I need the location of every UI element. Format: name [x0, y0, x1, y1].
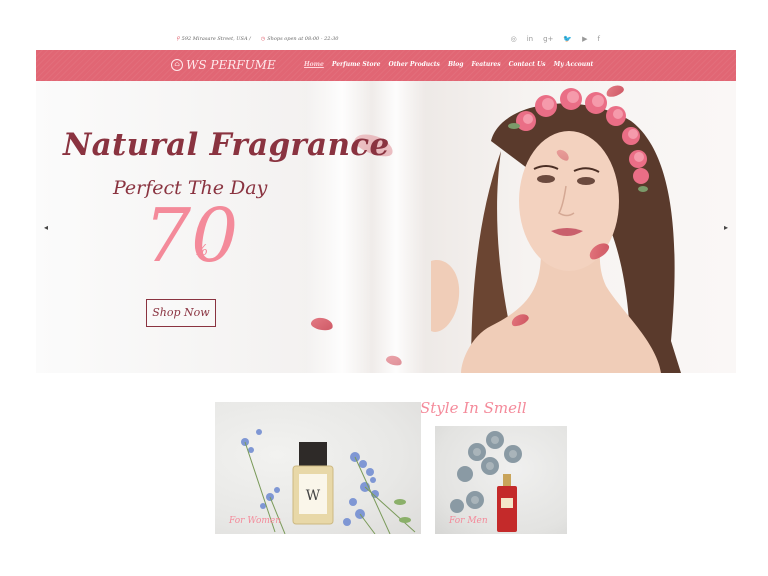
nav-item-perfume-store[interactable]: Perfume Store	[332, 61, 381, 68]
hero-discount-number: 70	[144, 193, 239, 279]
social-links: ◎ in g+ 🐦 ▶ f	[511, 35, 600, 43]
category-card-women[interactable]: W For Women	[215, 402, 421, 534]
clock-icon: ◷	[260, 36, 266, 42]
youtube-icon[interactable]: ▶	[582, 35, 587, 43]
shop-now-button[interactable]: Shop Now	[146, 299, 216, 327]
perfume-bottle-icon: ⌂	[171, 59, 183, 71]
map-pin-icon: ⚲	[176, 36, 180, 42]
category-label-men: For Men	[449, 516, 488, 526]
next-slide-arrow-icon[interactable]: ▸	[724, 223, 728, 232]
main-nav: ⌂ WS PERFUME Home Perfume Store Other Pr…	[36, 50, 736, 81]
instagram-icon[interactable]: ◎	[511, 35, 517, 43]
hours: ◷ Shops open at 08:00 - 22:30	[261, 36, 339, 42]
google-plus-icon[interactable]: g+	[543, 35, 553, 43]
hours-text: Shops open at 08:00 - 22:30	[267, 36, 339, 42]
hero-percent-sign: %	[194, 241, 209, 259]
nav-item-other-products[interactable]: Other Products	[388, 61, 439, 68]
category-section-title: Style In Smell	[420, 399, 527, 417]
facebook-icon[interactable]: f	[598, 35, 600, 43]
address: ⚲ 592 Mirasare Street, USA /	[176, 36, 251, 42]
linkedin-icon[interactable]: in	[527, 35, 533, 43]
nav-item-blog[interactable]: Blog	[448, 61, 464, 68]
hero-title: Natural Fragrance	[63, 127, 390, 163]
nav-item-my-account[interactable]: My Account	[554, 61, 594, 68]
nav-item-contact-us[interactable]: Contact Us	[509, 61, 546, 68]
twitter-icon[interactable]: 🐦	[563, 35, 572, 43]
top-info-bar: ⚲ 592 Mirasare Street, USA / ◷ Shops open …	[36, 30, 736, 50]
logo-text: WS PERFUME	[186, 58, 276, 72]
category-card-men[interactable]: For Men	[435, 426, 567, 534]
bottle-label-text: W	[306, 488, 321, 504]
nav-item-home[interactable]: Home	[304, 61, 324, 68]
address-text: 592 Mirasare Street, USA	[181, 36, 248, 42]
category-label-women: For Women	[229, 516, 282, 526]
hero-slider: Natural Fragrance Perfect The Day 70 % S…	[36, 81, 736, 373]
site-logo[interactable]: ⌂ WS PERFUME	[171, 58, 276, 72]
contact-info: ⚲ 592 Mirasare Street, USA / ◷ Shops open …	[176, 36, 338, 42]
prev-slide-arrow-icon[interactable]: ◂	[44, 223, 48, 232]
nav-item-features[interactable]: Features	[472, 61, 501, 68]
women-perfume-image: W	[241, 429, 416, 534]
model-image	[431, 88, 681, 373]
nav-menu: Home Perfume Store Other Products Blog F…	[304, 61, 593, 68]
